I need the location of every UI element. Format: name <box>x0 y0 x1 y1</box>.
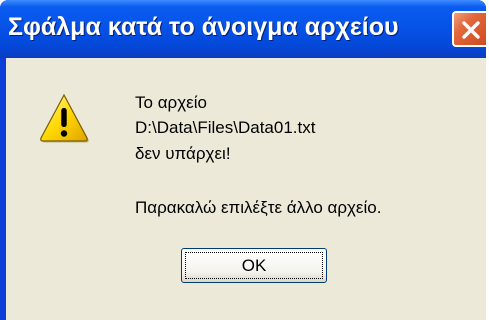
ok-button-label: OK <box>241 256 267 275</box>
close-icon <box>462 21 480 39</box>
error-dialog: Σφάλμα κατά το άνοιγμα αρχείου Το αρχείο… <box>0 0 486 320</box>
message-line-3: δεν υπάρχει! <box>135 144 231 163</box>
warning-icon <box>40 93 89 143</box>
message-instruction: Παρακαλώ επιλέξτε άλλο αρχείο. <box>135 198 382 217</box>
dialog-body: Το αρχείο D:\Data\Files\Data01.txt δεν υ… <box>6 58 486 320</box>
message-file-path: D:\Data\Files\Data01.txt <box>135 118 316 137</box>
title-bar[interactable]: Σφάλμα κατά το άνοιγμα αρχείου <box>0 0 486 58</box>
message-line-1: Το αρχείο <box>135 93 207 112</box>
close-button[interactable] <box>452 11 486 47</box>
dialog-title: Σφάλμα κατά το άνοιγμα αρχείου <box>8 13 399 41</box>
ok-button[interactable]: OK <box>181 248 327 283</box>
